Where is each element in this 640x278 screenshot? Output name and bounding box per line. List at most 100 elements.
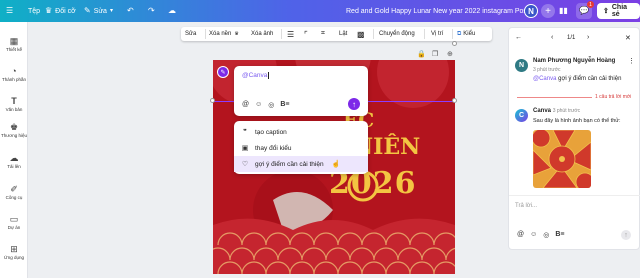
sidebar-item-design[interactable]: ▦ Thiết kế <box>0 36 28 52</box>
sidebar-item-label: Văn bản <box>5 107 23 112</box>
user-avatar[interactable]: N <box>524 0 538 22</box>
reply-time: 3 phút trước <box>552 108 581 114</box>
crop-button[interactable]: ⌗ <box>321 27 325 41</box>
bar-chart-icon: ▮▮ <box>559 6 568 15</box>
lock-button[interactable]: 🔒 <box>417 50 426 58</box>
sidebar-item-elements[interactable]: ◔ Thành phần <box>0 66 28 82</box>
erase-image-button[interactable]: Xóa ảnh <box>251 27 273 41</box>
undo-button[interactable]: ↶ <box>127 0 134 22</box>
send-reply-button[interactable]: ↑ <box>621 230 631 240</box>
add-collaborator-button[interactable]: + <box>541 0 555 22</box>
prev-thread-button[interactable]: ‹ <box>551 34 553 41</box>
suggestion-item[interactable]: ♡ gợi ý điểm cần cải thiện ☝ <box>234 156 368 172</box>
comment-input[interactable]: @Canva <box>242 72 270 80</box>
image-icon: ▣ <box>241 145 249 152</box>
back-button[interactable]: ← <box>515 34 522 41</box>
redo-button[interactable]: ↷ <box>148 0 155 22</box>
lines-icon: ☰ <box>287 29 295 39</box>
duplicate-page-button[interactable]: ❐ <box>432 50 438 58</box>
redo-icon: ↷ <box>148 6 155 15</box>
sticker-icon: ◎ <box>268 102 275 109</box>
sidebar-item-label: Thương hiệu <box>1 133 27 138</box>
sidebar-item-uploads[interactable]: ☁ Tải lên <box>0 153 28 169</box>
transparency-button[interactable]: ▩ <box>357 27 365 41</box>
edit-mode-button[interactable]: ✎ Sửa ▾ <box>84 0 113 22</box>
comments-panel: ← ‹ 1/1 › ✕ N Nam Phương Nguyễn Hoàng ⋮ … <box>508 27 640 250</box>
sticker-button[interactable]: ◎ <box>543 231 549 239</box>
edit-mode-label: Sửa <box>93 7 107 15</box>
suggested-image[interactable] <box>533 130 591 188</box>
chevron-right-icon: › <box>587 34 590 41</box>
comment-author-badge: ✎ <box>217 66 229 78</box>
reply-text: Sau đây là hình ảnh bạn có thể thử: <box>533 118 621 124</box>
resize-label: Đổi cỡ <box>55 7 76 15</box>
resize-button[interactable]: ♛ Đổi cỡ <box>45 0 76 22</box>
sidebar-item-apps[interactable]: ⊞ Ứng dụng <box>0 244 28 260</box>
chevron-left-icon: ‹ <box>551 34 554 41</box>
divider <box>205 29 206 39</box>
close-panel-button[interactable]: ✕ <box>625 34 631 42</box>
lock-icon: 🔒 <box>417 51 426 58</box>
insights-button[interactable]: ▮▮ <box>559 0 568 22</box>
share-button[interactable]: ⇪ Chia sẻ <box>597 0 640 22</box>
cloud-save-button[interactable]: ☁ <box>168 0 176 22</box>
format-icon: B≡ <box>280 101 290 108</box>
format-icon: B≡ <box>555 231 565 238</box>
sidebar-item-text[interactable]: T Văn bản <box>0 96 28 112</box>
reply-input[interactable]: Trả lời... <box>515 203 537 209</box>
sidebar-item-label: Thành phần <box>1 77 27 82</box>
emoji-button[interactable]: ☺ <box>530 231 537 239</box>
format-button[interactable]: B≡ <box>280 101 289 109</box>
send-comment-button[interactable]: ↑ <box>348 98 360 110</box>
comment-more-button[interactable]: ⋮ <box>628 57 635 65</box>
position-button[interactable]: Vị trí <box>431 27 443 41</box>
document-title[interactable]: Red and Gold Happy Lunar New year 2022 i… <box>346 0 529 22</box>
divider <box>509 195 640 196</box>
sticker-button[interactable]: ◎ <box>268 101 274 109</box>
mention-button[interactable]: @ <box>517 231 524 239</box>
corner-radius-button[interactable]: ⌜ <box>304 27 308 41</box>
flip-button[interactable]: Lật <box>339 27 347 41</box>
mention-button[interactable]: @ <box>242 101 249 109</box>
arrow-up-icon: ↑ <box>624 231 628 239</box>
layout-icon: ▦ <box>9 36 19 46</box>
comment-icon: 💬 1 <box>576 1 594 19</box>
comment-input-text: @Canva <box>242 72 268 80</box>
suggestion-label: thay đổi kiểu <box>255 144 292 152</box>
resize-handle[interactable] <box>452 41 457 46</box>
add-page-button[interactable]: ⊕ <box>447 50 453 58</box>
sidebar-item-tools[interactable]: ✐ Công cụ <box>0 184 28 200</box>
brand-icon: ♚ <box>9 122 19 132</box>
animate-button[interactable]: Chuyển động <box>379 27 415 41</box>
file-menu-label: Tệp <box>28 7 41 15</box>
sidebar-item-brand[interactable]: ♚ Thương hiệu <box>0 122 28 138</box>
border-style-button[interactable]: ☰ <box>287 27 294 41</box>
format-button[interactable]: B≡ <box>555 231 564 239</box>
resize-handle[interactable] <box>210 98 215 103</box>
edit-image-button[interactable]: Sửa <box>185 27 196 41</box>
avatar: N <box>524 4 538 18</box>
remove-bg-button[interactable]: Xóa nền ♛ <box>209 27 239 41</box>
next-thread-button[interactable]: › <box>587 34 589 41</box>
menu-button[interactable]: ☰ <box>6 0 13 22</box>
comment-text: @Canva gợi ý điểm cần cải thiện <box>533 76 621 82</box>
suggestion-item[interactable]: ❞ tạo caption <box>234 124 368 140</box>
emoji-button[interactable]: ☺ <box>255 101 262 109</box>
sidebar-item-label: Công cụ <box>5 195 23 200</box>
left-sidebar: ▦ Thiết kế ◔ Thành phần T Văn bản ♚ Thương h… <box>0 22 28 278</box>
sidebar-item-projects[interactable]: ▭ Dự án <box>0 214 28 230</box>
menu-icon: ☰ <box>6 6 14 15</box>
at-icon: @ <box>517 231 525 238</box>
suggestion-item[interactable]: ▣ thay đổi kiểu <box>234 140 368 156</box>
avatar: N <box>515 59 528 72</box>
checker-icon: ▩ <box>357 29 365 39</box>
style-button[interactable]: ⧉ Kiểu <box>457 27 475 41</box>
context-toolbar: Sửa Xóa nền ♛ Xóa ảnh ☰ ⌜ ⌗ Lật ▩ Chuyển … <box>181 27 492 41</box>
resize-handle[interactable] <box>452 98 457 103</box>
file-menu[interactable]: Tệp <box>28 0 40 22</box>
comment-author: Nam Phương Nguyễn Hoàng <box>533 58 616 64</box>
unread-divider-line <box>517 97 592 98</box>
comments-button[interactable]: 💬 1 <box>576 0 594 22</box>
comment-body: gợi ý điểm cần cải thiện <box>556 76 622 82</box>
add-page-icon: ⊕ <box>447 51 453 58</box>
